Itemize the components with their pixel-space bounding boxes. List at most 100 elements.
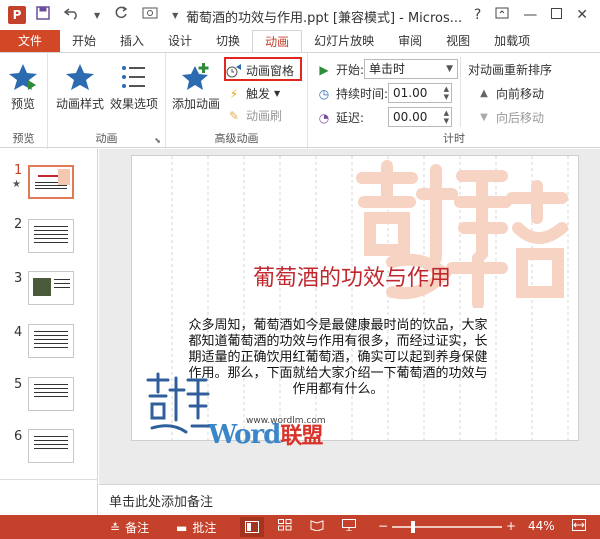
customize-toolbar-icon[interactable]: ▼ — [172, 11, 178, 20]
thumb-number: 3 — [14, 271, 23, 286]
move-earlier-icon: ▲ — [480, 88, 488, 99]
group-animation: 动画样式 效果选项 动画 ⬊ — [48, 53, 166, 149]
preview-button[interactable]: 预览 — [8, 59, 38, 112]
comment-icon: ▬ — [176, 520, 188, 535]
tab-animations[interactable]: 动画 — [252, 30, 303, 52]
duration-field[interactable]: 01.00 ▲ ▼ — [388, 83, 452, 103]
tab-home[interactable]: 开始 — [60, 30, 108, 52]
ribbon-display-icon[interactable] — [495, 7, 509, 23]
duration-value: 01.00 — [393, 86, 428, 100]
thumbnail-slide-6[interactable] — [28, 429, 74, 463]
notes-pane[interactable]: 单击此处添加备注 — [99, 484, 600, 515]
powerpoint-app-icon[interactable]: P — [8, 6, 26, 24]
animation-star-icon — [65, 59, 95, 95]
animation-painter-button[interactable]: ✎ 动画刷 — [226, 107, 282, 124]
slideshow-icon — [342, 519, 356, 531]
thumbnail-slide-2[interactable] — [28, 219, 74, 253]
animation-painter-label: 动画刷 — [246, 109, 283, 123]
reorder-title: 对动画重新排序 — [468, 63, 553, 77]
move-later-button[interactable]: ▼ 向后移动 — [476, 109, 544, 126]
animation-star-marker-icon: ★ — [12, 179, 21, 190]
logo-brand-cn: 联盟 — [280, 423, 323, 449]
animation-styles-button[interactable]: 动画样式 — [56, 59, 104, 112]
thumb-number: 5 — [14, 377, 23, 392]
start-from-beginning-icon[interactable] — [142, 6, 158, 24]
play-icon: ▶ — [319, 62, 329, 77]
undo-dropdown-icon[interactable]: ▼ — [94, 11, 100, 20]
duration-label-row: ◷ 持续时间: — [316, 85, 388, 102]
delay-field[interactable]: 00.00 ▲ ▼ — [388, 107, 452, 127]
thumbnail-slide-5[interactable] — [28, 377, 74, 411]
move-earlier-button[interactable]: ▲ 向前移动 — [476, 85, 544, 102]
thumbnail-slide-3[interactable] — [28, 271, 74, 305]
zoom-slider-handle[interactable] — [410, 521, 415, 533]
zoom-out-button[interactable]: − — [378, 519, 388, 533]
ribbon-tabs: 文件 开始 插入 设计 切换 动画 幻灯片放映 审阅 视图 加载项 — [0, 30, 600, 52]
tab-design[interactable]: 设计 — [156, 30, 204, 52]
lightning-icon: ⚡ — [229, 86, 239, 101]
delay-spinner-icon[interactable]: ▲ ▼ — [444, 109, 449, 125]
close-icon[interactable]: ✕ — [576, 7, 588, 23]
site-logo-text: Word联盟 — [208, 418, 323, 450]
notes-button[interactable]: ≛ 备注 — [110, 519, 149, 536]
move-later-label: 向后移动 — [496, 111, 545, 125]
zoom-level[interactable]: 44% — [528, 519, 555, 533]
start-dropdown-icon: ▼ — [446, 64, 453, 74]
zoom-slider[interactable] — [392, 526, 502, 528]
tab-transitions[interactable]: 切换 — [204, 30, 252, 52]
fit-window-icon — [572, 519, 586, 531]
zoom-in-button[interactable]: + — [506, 519, 516, 533]
slide-body-text[interactable]: 众多周知，葡萄酒如今是最健康最时尚的饮品，大家都知道葡萄酒的功效与作用有很多，而… — [188, 318, 488, 398]
duration-label: 持续时间: — [336, 87, 389, 101]
help-icon[interactable]: ? — [474, 7, 481, 23]
tab-addins[interactable]: 加载项 — [482, 30, 542, 52]
quick-access-toolbar: ▼ ▼ — [36, 6, 178, 24]
normal-view-button[interactable] — [240, 517, 264, 537]
trigger-label: 触发 — [246, 87, 271, 101]
preview-label: 预览 — [10, 97, 35, 111]
add-animation-icon — [180, 59, 212, 95]
thumbnail-slide-1[interactable] — [28, 165, 74, 199]
animation-pane-highlight — [224, 57, 302, 81]
trigger-dropdown-icon: ▼ — [274, 89, 281, 98]
effect-options-button[interactable]: 效果选项 — [110, 59, 158, 112]
slideshow-button[interactable] — [342, 519, 356, 531]
group-preview: 预览 预览 — [0, 53, 48, 149]
start-label-row: ▶ 开始: — [316, 61, 364, 78]
maximize-icon[interactable] — [551, 7, 563, 23]
slide-thumbnails-pane: 1 ★ 2 3 4 5 6 — [0, 149, 98, 515]
duration-spinner-icon[interactable]: ▲ ▼ — [444, 85, 449, 101]
group-label-advanced: 高级动画 — [214, 132, 259, 145]
tab-review[interactable]: 审阅 — [386, 30, 434, 52]
fit-to-window-button[interactable] — [572, 519, 586, 531]
tab-file[interactable]: 文件 — [0, 30, 60, 52]
brush-icon: ✎ — [228, 108, 240, 123]
plus-icon: + — [506, 519, 517, 533]
tab-view[interactable]: 视图 — [434, 30, 482, 52]
slide-sorter-button[interactable] — [278, 519, 292, 531]
add-animation-button[interactable]: 添加动画 — [172, 59, 220, 112]
notes-icon: ≛ — [110, 520, 121, 535]
effect-options-icon — [119, 59, 149, 95]
site-logo-seal — [146, 372, 212, 434]
comments-label: 批注 — [192, 521, 217, 535]
slide-title[interactable]: 葡萄酒的功效与作用 — [192, 260, 512, 292]
tab-slideshow[interactable]: 幻灯片放映 — [302, 30, 386, 52]
trigger-button[interactable]: ⚡ 触发 ▼ — [226, 85, 280, 102]
undo-icon[interactable] — [63, 6, 80, 24]
save-icon[interactable] — [36, 6, 50, 24]
reading-view-button[interactable] — [310, 519, 324, 531]
thumbnail-slide-4[interactable] — [28, 324, 74, 358]
slide-sorter-icon — [278, 519, 292, 531]
tab-insert[interactable]: 插入 — [108, 30, 156, 52]
minimize-icon[interactable]: — — [523, 7, 537, 23]
move-earlier-label: 向前移动 — [496, 87, 545, 101]
preview-star-icon — [8, 59, 38, 95]
start-dropdown[interactable]: 单击时 ▼ — [364, 59, 458, 79]
delay-label-row: ◔ 延迟: — [316, 109, 364, 126]
redo-icon[interactable] — [114, 6, 128, 24]
dialog-launcher-icon[interactable]: ⬊ — [154, 136, 161, 145]
group-label-animation: 动画 — [95, 132, 118, 145]
comments-button[interactable]: ▬ 批注 — [176, 519, 216, 536]
normal-view-icon — [245, 521, 259, 533]
